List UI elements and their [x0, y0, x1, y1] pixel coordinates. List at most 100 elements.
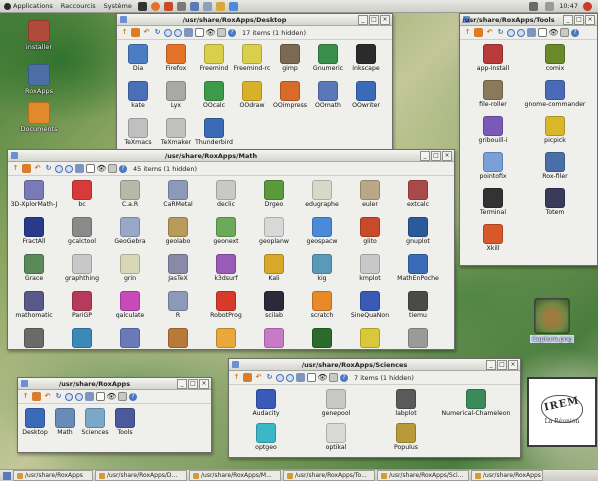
app-item-tools[interactable]: Tools — [110, 406, 140, 444]
maximize-button[interactable]: □ — [431, 150, 441, 161]
app-item-tuxmath[interactable]: tuxmath — [58, 326, 106, 349]
editor-launcher-icon[interactable] — [189, 1, 199, 11]
app-item-extcalc[interactable]: extcalc — [394, 178, 442, 215]
show-hidden-icon[interactable]: 👁 — [96, 164, 106, 173]
autosize-icon[interactable] — [527, 28, 536, 37]
maximize-button[interactable]: □ — [574, 14, 584, 25]
refresh-icon[interactable]: ↻ — [153, 28, 162, 37]
app-item-terminal[interactable]: Terminal — [462, 186, 524, 222]
back-arrow-icon[interactable]: ↶ — [485, 28, 494, 37]
app-item-mathomatic[interactable]: mathomatic — [10, 289, 58, 326]
desktop-icon-installer[interactable]: installer — [17, 18, 61, 51]
app-item-gribouill-i[interactable]: gribouill-i — [462, 114, 524, 150]
app-item-math[interactable]: Math — [50, 406, 80, 444]
close-button[interactable]: × — [508, 359, 518, 370]
app-item-parigp[interactable]: PariGP — [58, 289, 106, 326]
app-item-geogebra[interactable]: GeoGebra — [106, 215, 154, 252]
refresh-icon[interactable]: ↻ — [44, 164, 53, 173]
app-item-xfractint[interactable]: xfractint — [298, 326, 346, 349]
minimize-button[interactable]: _ — [420, 150, 430, 161]
app-item-wxmaxima[interactable]: wxmaxima — [106, 326, 154, 349]
close-button[interactable]: × — [380, 14, 390, 25]
power-icon[interactable] — [583, 1, 592, 11]
calculator-launcher-icon[interactable] — [176, 1, 186, 11]
app-item-sinequanon[interactable]: SineQuaNon — [346, 289, 394, 326]
terminal-launcher-icon[interactable] — [137, 1, 147, 11]
maximize-button[interactable]: □ — [497, 359, 507, 370]
refresh-icon[interactable]: ↻ — [54, 392, 63, 401]
home-icon[interactable] — [474, 28, 483, 37]
app-item-drgeo[interactable]: Drgeo — [250, 178, 298, 215]
help-icon[interactable]: ? — [119, 164, 127, 173]
zoom-in-icon[interactable] — [507, 28, 515, 37]
zoom-out-icon[interactable] — [65, 164, 73, 173]
taskbar-button-1[interactable]: /usr/share/RoxApps — [13, 470, 93, 481]
select-icon[interactable] — [329, 373, 338, 382]
up-arrow-icon[interactable]: ↑ — [21, 392, 30, 401]
firefox-launcher-icon[interactable] — [150, 1, 160, 11]
select-icon[interactable] — [217, 28, 226, 37]
volume-icon[interactable] — [545, 1, 555, 11]
app-item-graphthing[interactable]: graphthing — [58, 252, 106, 289]
app-item-xaos[interactable]: Xaos — [202, 326, 250, 349]
app-item-euler[interactable]: euler — [346, 178, 394, 215]
zoom-in-icon[interactable] — [65, 392, 73, 401]
app-item-declic[interactable]: declic — [202, 178, 250, 215]
app-item-geospacw[interactable]: geospacw — [298, 215, 346, 252]
app-item-texmacs[interactable]: TeXmacs — [119, 116, 157, 153]
places-menu[interactable]: Raccourcis — [57, 2, 100, 10]
window-titlebar[interactable]: /usr/share/RoxApps/Sciences _ □ × — [229, 359, 520, 371]
window-roxapps[interactable]: /usr/share/RoxApps _ □ × ↑ ↶ ↻ 👁? Desktop Math Sci… — [17, 377, 212, 453]
zoom-out-icon[interactable] — [286, 373, 294, 382]
app-item-totem[interactable]: Totem — [524, 186, 586, 222]
back-arrow-icon[interactable]: ↶ — [33, 164, 42, 173]
app-item-tilem[interactable]: tilem — [10, 326, 58, 349]
up-arrow-icon[interactable]: ↑ — [463, 28, 472, 37]
app-item-grin[interactable]: grin — [106, 252, 154, 289]
window-sciences[interactable]: /usr/share/RoxApps/Sciences _ □ × ↑ ↶ ↻ 👁? 7 ite… — [228, 358, 521, 458]
app-item-carmetal[interactable]: CaRMetal — [154, 178, 202, 215]
home-icon[interactable] — [131, 28, 140, 37]
refresh-icon[interactable]: ↻ — [265, 373, 274, 382]
app-item-oowriter[interactable]: OOwriter — [347, 79, 385, 116]
window-desktop[interactable]: /usr/share/RoxApps/Desktop _ □ × ↑ ↶ ↻ 👁? 17 ite… — [116, 13, 393, 156]
app-item-oocalc[interactable]: OOcalc — [195, 79, 233, 116]
taskbar-button-3[interactable]: /usr/share/RoxApps/M... — [189, 470, 281, 481]
details-icon[interactable] — [538, 28, 547, 37]
refresh-icon[interactable]: ↻ — [496, 28, 505, 37]
details-icon[interactable] — [307, 373, 316, 382]
home-icon[interactable] — [22, 164, 31, 173]
minimize-button[interactable]: _ — [486, 359, 496, 370]
app-item-mathenpoche[interactable]: MathEnPoche — [394, 252, 442, 289]
app-item-r[interactable]: R — [154, 289, 202, 326]
app-item-geoplanw[interactable]: geoplanw — [250, 215, 298, 252]
up-arrow-icon[interactable]: ↑ — [120, 28, 129, 37]
network-icon[interactable] — [529, 1, 539, 11]
desktop-icon-capture[interactable]: Capture.png — [522, 296, 582, 343]
app-item-qalculate[interactable]: qalculate — [106, 289, 154, 326]
applications-menu[interactable]: Applications — [0, 2, 57, 10]
show-desktop-icon[interactable] — [3, 471, 11, 480]
app-item-labplot[interactable]: labplot — [371, 387, 441, 421]
app-item-kig[interactable]: kig — [298, 252, 346, 289]
maximize-button[interactable]: □ — [188, 378, 198, 389]
app-item-oomath[interactable]: OOmath — [309, 79, 347, 116]
app-item-freemind[interactable]: Freemind — [195, 42, 233, 79]
minimize-button[interactable]: _ — [358, 14, 368, 25]
app-item-gimp[interactable]: gimp — [271, 42, 309, 79]
desktop-icon-roxapps[interactable]: RoxApps — [17, 62, 61, 95]
back-arrow-icon[interactable]: ↶ — [142, 28, 151, 37]
autosize-icon[interactable] — [296, 373, 305, 382]
home-icon[interactable] — [243, 373, 252, 382]
app-item-jastex[interactable]: JasTeX — [154, 252, 202, 289]
app-item-file-roller[interactable]: file-roller — [462, 78, 524, 114]
minimize-button[interactable]: _ — [177, 378, 187, 389]
up-arrow-icon[interactable]: ↑ — [232, 373, 241, 382]
app-item-tiemu[interactable]: tiemu — [394, 289, 442, 326]
close-button[interactable]: × — [199, 378, 209, 389]
app-item-dia[interactable]: Dia — [119, 42, 157, 79]
app-item-desktop[interactable]: Desktop — [20, 406, 50, 444]
select-icon[interactable] — [118, 392, 127, 401]
zoom-out-icon[interactable] — [174, 28, 182, 37]
zoom-in-icon[interactable] — [164, 28, 172, 37]
